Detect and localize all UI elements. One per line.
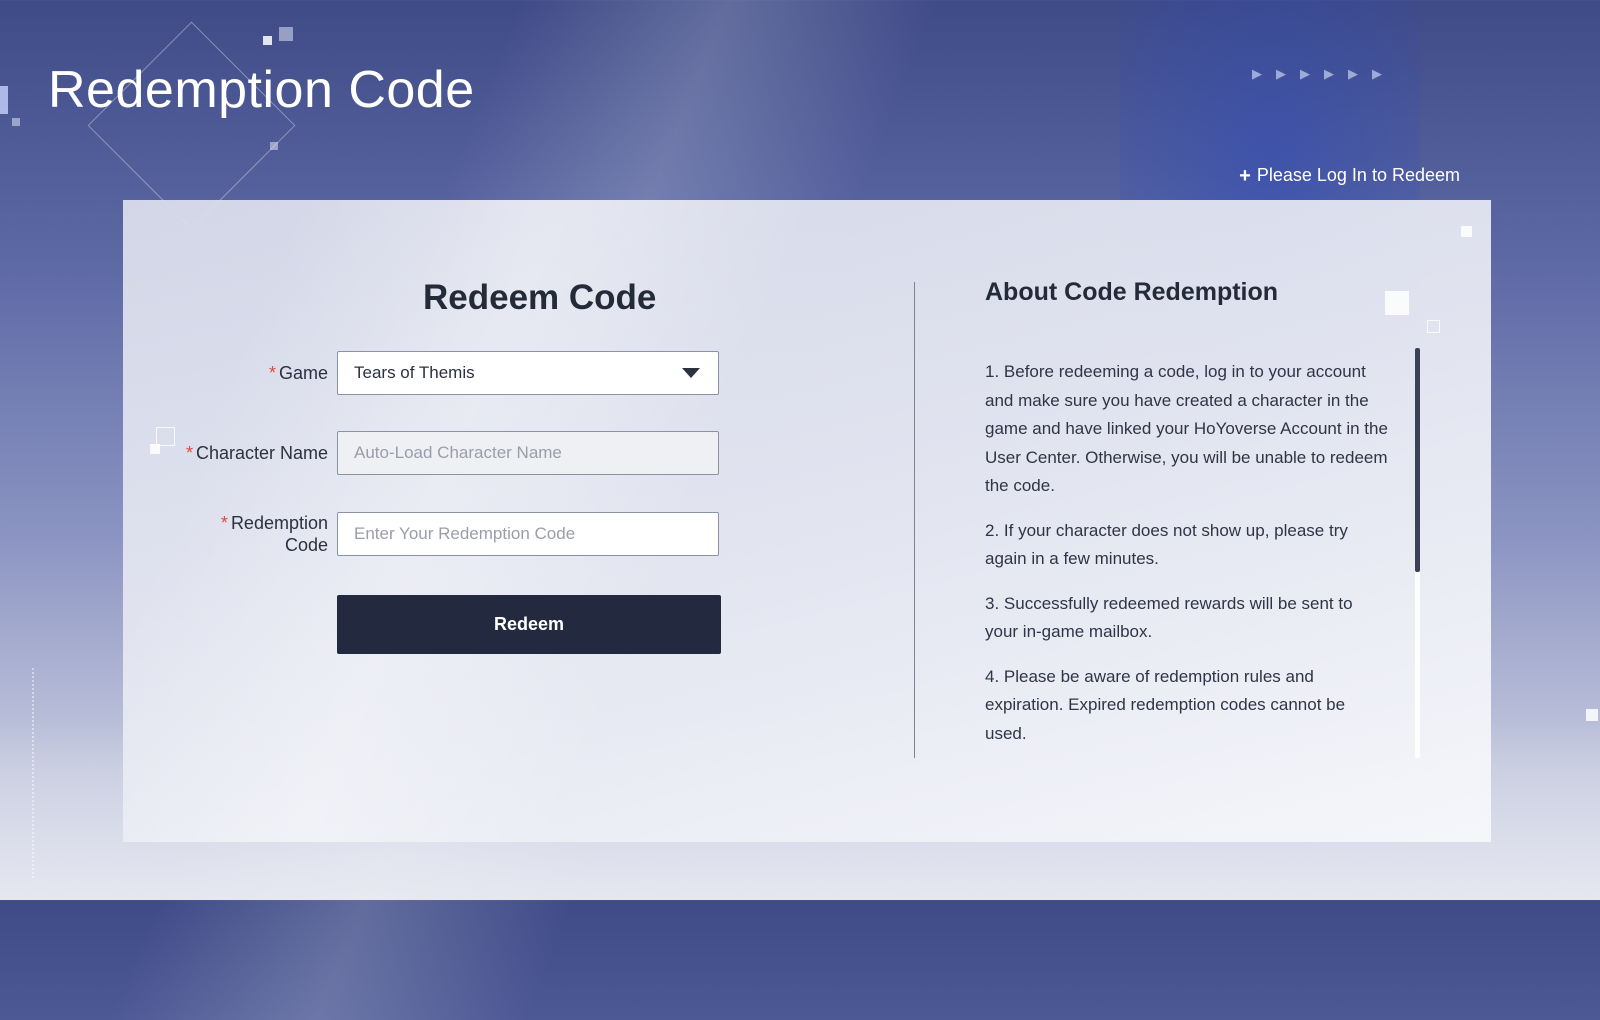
title-accent-bar — [0, 86, 8, 114]
character-name-label: * Character Name — [185, 443, 328, 463]
about-scrollbar[interactable] — [1415, 348, 1420, 758]
arrow-right-icon: ▶ — [1276, 66, 1286, 81]
decorative-square — [1427, 320, 1440, 333]
panel-divider — [914, 282, 915, 758]
redeem-button[interactable]: Redeem — [337, 595, 721, 654]
decorative-arrows: ▶ ▶ ▶ ▶ ▶ ▶ — [1252, 66, 1382, 82]
arrow-right-icon: ▶ — [1252, 66, 1262, 81]
arrow-right-icon: ▶ — [1300, 66, 1310, 81]
arrow-right-icon: ▶ — [1372, 66, 1382, 81]
decorative-square — [270, 142, 278, 150]
decorative-square — [263, 36, 272, 45]
game-label: * Game — [268, 363, 328, 383]
about-scrollbar-thumb[interactable] — [1415, 348, 1420, 572]
decorative-square — [1385, 291, 1409, 315]
redemption-code-label: * Redemption Code — [220, 513, 328, 555]
redemption-code-input[interactable] — [337, 512, 719, 556]
decorative-dotted-line — [32, 668, 34, 878]
required-mark: * — [185, 443, 193, 463]
arrow-right-icon: ▶ — [1324, 66, 1334, 81]
login-link[interactable]: + Please Log In to Redeem — [1239, 165, 1460, 186]
game-select[interactable]: Tears of Themis — [337, 351, 719, 395]
decorative-square — [150, 444, 160, 454]
character-name-input[interactable] — [337, 431, 719, 475]
decorative-square — [279, 27, 293, 41]
about-item: 3. Successfully redeemed rewards will be… — [985, 593, 1353, 642]
chevron-down-icon — [682, 368, 700, 378]
decorative-diamond — [87, 21, 296, 230]
required-mark: * — [268, 363, 276, 383]
about-title: About Code Redemption — [985, 278, 1279, 306]
decorative-square — [1586, 709, 1598, 721]
about-body: 1. Before redeeming a code, log in to yo… — [985, 358, 1390, 764]
about-item: 4. Please be aware of redemption rules a… — [985, 666, 1346, 743]
decorative-square — [1461, 226, 1472, 237]
game-select-value: Tears of Themis — [354, 363, 475, 382]
plus-icon: + — [1239, 164, 1251, 187]
about-item: 2. If your character does not show up, p… — [985, 520, 1348, 569]
decorative-square — [12, 118, 20, 126]
login-link-label: Please Log In to Redeem — [1256, 165, 1460, 185]
about-item: 1. Before redeeming a code, log in to yo… — [985, 362, 1388, 495]
arrow-right-icon: ▶ — [1348, 66, 1358, 81]
page-title: Redemption Code — [48, 61, 475, 119]
form-title: Redeem Code — [423, 278, 657, 317]
required-mark: * — [220, 513, 228, 533]
redemption-panel: Redeem Code * Game Tears of Themis * Chara… — [123, 200, 1491, 842]
